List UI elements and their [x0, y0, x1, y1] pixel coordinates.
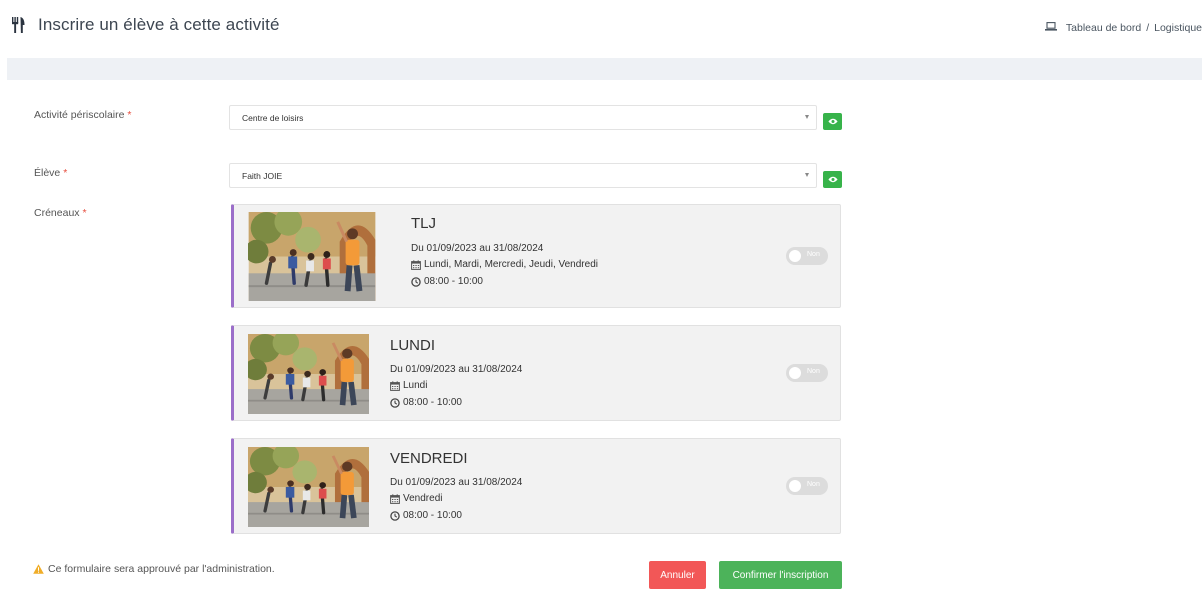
toggle-knob [789, 480, 801, 492]
student-label: Élève * [34, 167, 68, 179]
slot-card-lundi: LUNDI Du 01/09/2023 au 31/08/2024 Lundi … [231, 325, 841, 421]
slot-photo [248, 212, 376, 301]
slot-toggle[interactable]: Non [786, 364, 828, 382]
eye-icon [828, 118, 838, 125]
slot-dates: Du 01/09/2023 au 31/08/2024 [411, 243, 544, 254]
utensils-icon [12, 17, 26, 33]
slots-label: Créneaux * [34, 207, 87, 219]
slot-title: TLJ [411, 215, 437, 232]
slot-time: 08:00 - 10:00 [390, 397, 462, 408]
warning-icon [33, 564, 44, 574]
page-title: Inscrire un élève à cette activité [38, 15, 280, 34]
activity-select[interactable]: Centre de loisirs [229, 105, 817, 130]
student-view-button[interactable] [823, 171, 842, 188]
eye-icon [828, 176, 838, 183]
slot-card-vendredi: VENDREDI Du 01/09/2023 au 31/08/2024 Ven… [231, 438, 841, 534]
slot-time: 08:00 - 10:00 [390, 510, 462, 521]
student-select[interactable]: Faith JOIE [229, 163, 817, 188]
slot-toggle[interactable]: Non [786, 477, 828, 495]
page-header: Inscrire un élève à cette activité Table… [0, 0, 1202, 58]
clock-icon [390, 511, 400, 521]
page-title-group: Inscrire un élève à cette activité [12, 15, 280, 35]
slot-toggle[interactable]: Non [786, 247, 828, 265]
calendar-icon [390, 381, 400, 391]
slot-card-tlj: TLJ Du 01/09/2023 au 31/08/2024 Lundi, M… [231, 204, 841, 308]
clock-icon [390, 398, 400, 408]
slot-days: Lundi, Mardi, Mercredi, Jeudi, Vendredi [411, 259, 598, 270]
chevron-down-icon [805, 115, 809, 119]
calendar-icon [411, 260, 421, 270]
required-marker: * [127, 109, 132, 121]
toggle-knob [789, 367, 801, 379]
activity-select-value: Centre de loisirs [242, 113, 304, 123]
slot-title: VENDREDI [390, 450, 468, 467]
activity-label: Activité périscolaire * [34, 109, 132, 121]
slot-days: Lundi [390, 380, 427, 391]
calendar-icon [390, 494, 400, 504]
chevron-down-icon [805, 173, 809, 177]
header-divider-band [7, 58, 1202, 80]
slot-photo [248, 447, 369, 527]
breadcrumb-item-logistics[interactable]: Logistique [1154, 22, 1202, 34]
toggle-label: Non [807, 368, 820, 375]
slot-photo [248, 334, 369, 414]
required-marker: * [63, 167, 68, 179]
breadcrumb: Tableau de bord / Logistique [1044, 22, 1202, 34]
slot-dates: Du 01/09/2023 au 31/08/2024 [390, 364, 523, 375]
required-marker: * [82, 207, 87, 219]
activity-view-button[interactable] [823, 113, 842, 130]
toggle-label: Non [807, 251, 820, 258]
student-select-value: Faith JOIE [242, 171, 283, 181]
slot-days: Vendredi [390, 493, 442, 504]
slot-dates: Du 01/09/2023 au 31/08/2024 [390, 477, 523, 488]
slot-title: LUNDI [390, 337, 436, 354]
clock-icon [411, 277, 421, 287]
slot-time: 08:00 - 10:00 [411, 276, 483, 287]
toggle-knob [789, 250, 801, 262]
breadcrumb-separator: / [1146, 22, 1150, 34]
approval-note: Ce formulaire sera approuvé par l'admini… [33, 563, 275, 575]
toggle-label: Non [807, 481, 820, 488]
breadcrumb-item-dashboard[interactable]: Tableau de bord [1066, 22, 1141, 34]
laptop-icon [1044, 22, 1057, 34]
